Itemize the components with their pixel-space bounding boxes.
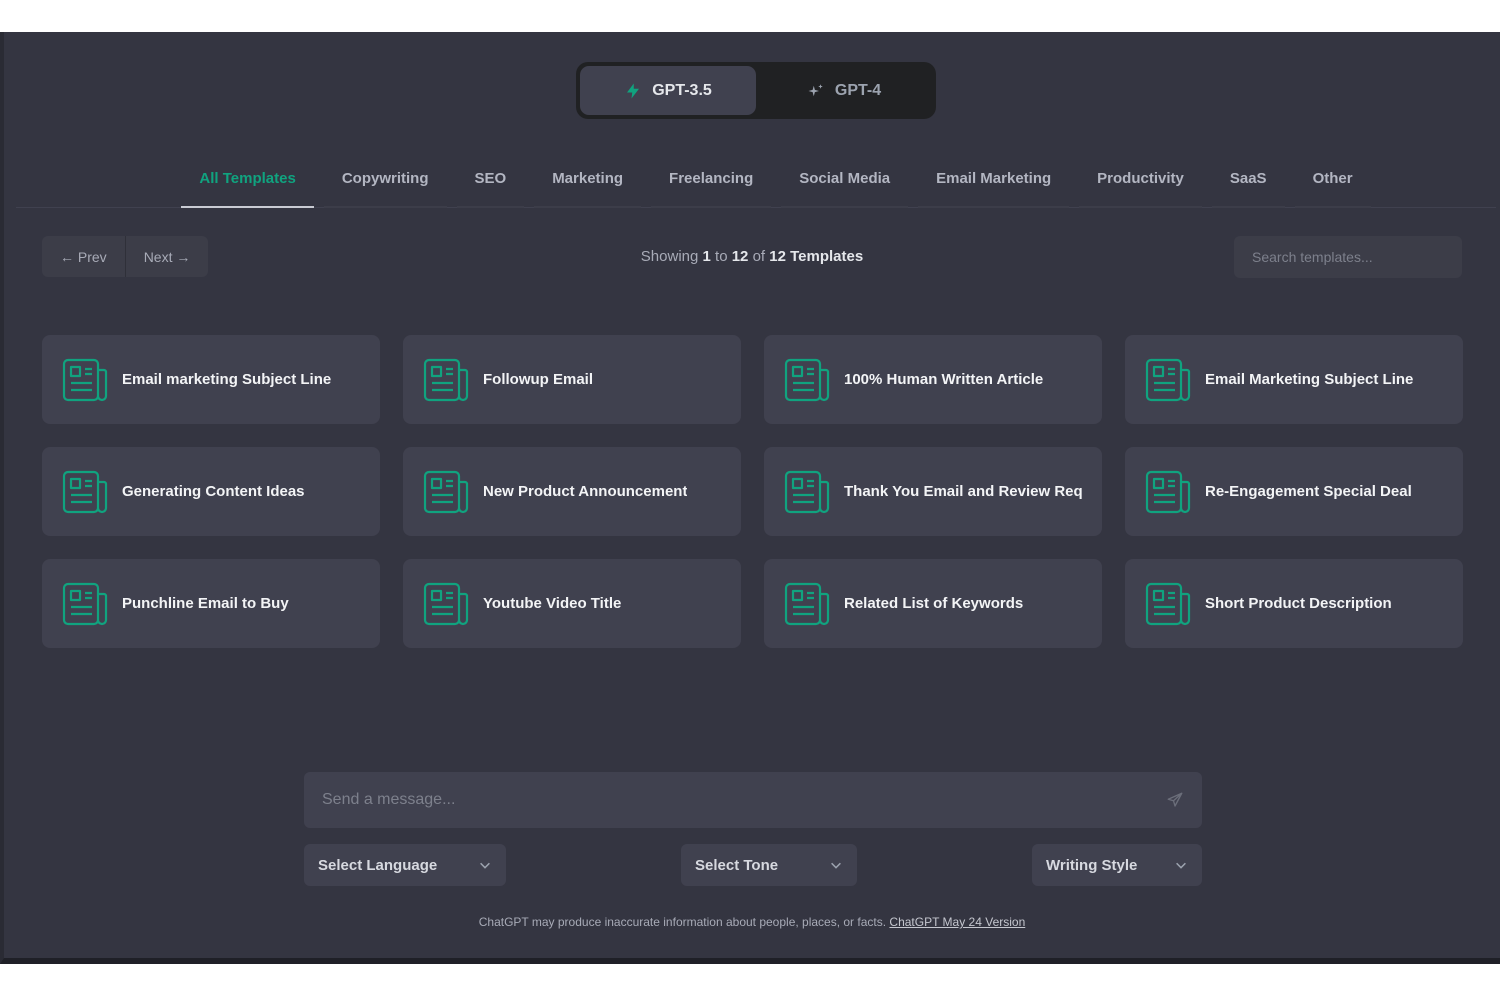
template-grid: Email marketing Subject Line Followup Em… bbox=[42, 335, 1464, 648]
gpt-3-5-button[interactable]: GPT-3.5 bbox=[580, 66, 756, 115]
template-card[interactable]: Re-Engagement Special Deal bbox=[1125, 447, 1463, 536]
newspaper-icon bbox=[784, 582, 830, 625]
showing-total: 12 Templates bbox=[769, 248, 864, 265]
model-toggle: GPT-3.5 GPT-4 bbox=[576, 62, 936, 119]
template-card-title: 100% Human Written Article bbox=[844, 371, 1044, 388]
sparkle-icon bbox=[808, 83, 823, 96]
tone-select-value: Select Tone bbox=[695, 856, 779, 874]
showing-to: 12 bbox=[731, 248, 749, 265]
chevron-down-icon bbox=[831, 862, 841, 869]
template-card-title: Re-Engagement Special Deal bbox=[1205, 483, 1412, 500]
template-card-title: Thank You Email and Review Req bbox=[844, 483, 1083, 500]
template-card-title: Youtube Video Title bbox=[483, 595, 622, 612]
send-icon[interactable] bbox=[1166, 791, 1184, 809]
disclaimer-text: ChatGPT may produce inaccurate informati… bbox=[478, 915, 887, 929]
newspaper-icon bbox=[1145, 582, 1191, 625]
tab-productivity[interactable]: Productivity bbox=[1079, 150, 1202, 208]
newspaper-icon bbox=[62, 582, 108, 625]
tab-seo[interactable]: SEO bbox=[456, 150, 525, 208]
template-card[interactable]: Generating Content Ideas bbox=[42, 447, 380, 536]
gpt-4-label: GPT-4 bbox=[834, 81, 882, 99]
template-card[interactable]: Punchline Email to Buy bbox=[42, 559, 380, 648]
message-input[interactable] bbox=[322, 791, 1166, 809]
newspaper-icon bbox=[1145, 358, 1191, 401]
showing-to-word: to bbox=[715, 248, 728, 265]
showing-of-word: of bbox=[752, 248, 766, 265]
newspaper-icon bbox=[784, 470, 830, 513]
newspaper-icon bbox=[423, 582, 469, 625]
template-card[interactable]: 100% Human Written Article bbox=[764, 335, 1102, 424]
template-card[interactable]: Email Marketing Subject Line bbox=[1125, 335, 1463, 424]
template-card-title: Punchline Email to Buy bbox=[122, 595, 289, 612]
template-card-title: Generating Content Ideas bbox=[122, 483, 305, 500]
newspaper-icon bbox=[1145, 470, 1191, 513]
message-composer bbox=[304, 772, 1202, 828]
tab-marketing[interactable]: Marketing bbox=[534, 150, 642, 208]
template-card[interactable]: Related List of Keywords bbox=[764, 559, 1102, 648]
template-card[interactable]: Short Product Description bbox=[1125, 559, 1463, 648]
language-select[interactable]: Select Language bbox=[304, 844, 506, 886]
disclaimer-footer: ChatGPT may produce inaccurate informati… bbox=[4, 915, 1500, 929]
chevron-down-icon bbox=[1176, 862, 1186, 869]
tab-email-marketing[interactable]: Email Marketing bbox=[918, 150, 1070, 208]
tab-all-templates[interactable]: All Templates bbox=[181, 150, 314, 208]
tab-social-media[interactable]: Social Media bbox=[781, 150, 909, 208]
template-card-title: Email marketing Subject Line bbox=[122, 371, 332, 388]
lightning-icon bbox=[627, 83, 640, 98]
newspaper-icon bbox=[423, 358, 469, 401]
tone-select[interactable]: Select Tone bbox=[681, 844, 857, 886]
template-card[interactable]: New Product Announcement bbox=[403, 447, 741, 536]
template-card[interactable]: Email marketing Subject Line bbox=[42, 335, 380, 424]
newspaper-icon bbox=[784, 358, 830, 401]
gpt-3-5-label: GPT-3.5 bbox=[652, 81, 712, 99]
gpt-4-button[interactable]: GPT-4 bbox=[756, 66, 932, 115]
template-card[interactable]: Thank You Email and Review Req bbox=[764, 447, 1102, 536]
tab-saas[interactable]: SaaS bbox=[1211, 150, 1285, 208]
template-card[interactable]: Youtube Video Title bbox=[403, 559, 741, 648]
tab-other[interactable]: Other bbox=[1294, 150, 1371, 208]
search-templates-input[interactable] bbox=[1234, 236, 1462, 278]
newspaper-icon bbox=[423, 470, 469, 513]
category-tabs: All Templates Copywriting SEO Marketing … bbox=[16, 150, 1496, 208]
tab-freelancing[interactable]: Freelancing bbox=[651, 150, 772, 208]
language-select-value: Select Language bbox=[318, 856, 438, 874]
showing-prefix: Showing bbox=[640, 248, 699, 265]
template-card-title: Short Product Description bbox=[1205, 595, 1392, 612]
template-card[interactable]: Followup Email bbox=[403, 335, 741, 424]
tab-copywriting[interactable]: Copywriting bbox=[323, 150, 447, 208]
template-card-title: New Product Announcement bbox=[483, 483, 688, 500]
template-card-title: Email Marketing Subject Line bbox=[1205, 371, 1414, 388]
writing-style-select-value: Writing Style bbox=[1046, 856, 1138, 874]
newspaper-icon bbox=[62, 470, 108, 513]
app-window: GPT-3.5 GPT-4 All Templates Copywriting … bbox=[0, 32, 1500, 964]
showing-from: 1 bbox=[702, 248, 711, 265]
version-link[interactable]: ChatGPT May 24 Version bbox=[889, 915, 1025, 929]
template-card-title: Related List of Keywords bbox=[844, 595, 1024, 612]
newspaper-icon bbox=[62, 358, 108, 401]
chevron-down-icon bbox=[480, 862, 490, 869]
writing-style-select[interactable]: Writing Style bbox=[1032, 844, 1202, 886]
template-card-title: Followup Email bbox=[483, 371, 594, 388]
